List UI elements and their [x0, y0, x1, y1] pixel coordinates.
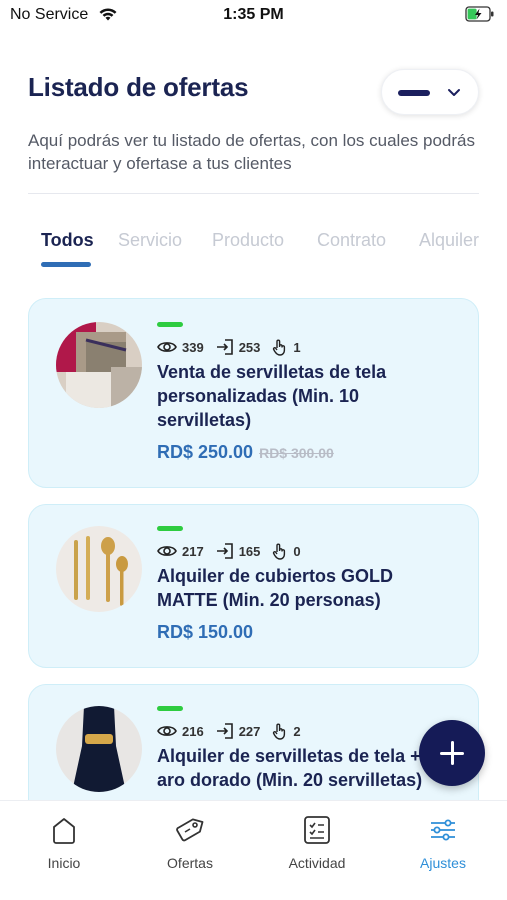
status-bar: No Service 1:35 PM: [0, 0, 507, 32]
offer-old-price: RD$ 300.00: [259, 445, 334, 461]
nav-item-ofertas[interactable]: Ofertas: [135, 815, 245, 871]
tag-icon: [176, 818, 204, 842]
tab-contrato[interactable]: Contrato: [317, 230, 386, 251]
offer-price: RD$ 150.00: [157, 622, 254, 642]
offer-stats: 339 253 1: [157, 337, 313, 357]
options-dropdown-button[interactable]: [381, 69, 479, 115]
nav-label: Ajustes: [420, 855, 466, 871]
category-tabs: Todos Servicio Producto Contrato Alquile…: [0, 228, 480, 272]
nav-label: Inicio: [47, 855, 81, 871]
bottom-navigation: Inicio Ofertas Actividad Ajustes: [0, 800, 507, 900]
nav-label: Actividad: [288, 855, 346, 871]
offer-title: Alquiler de cubiertos GOLD MATTE (Min. 2…: [157, 566, 394, 610]
tab-producto[interactable]: Producto: [212, 230, 284, 251]
hand-tap-icon: [273, 723, 286, 740]
price-row: RD$ 150.00: [157, 622, 253, 643]
battery-charging-icon: [465, 5, 495, 28]
clock: 1:35 PM: [223, 6, 284, 23]
entries-count: 227: [238, 723, 261, 739]
offer-stats: 217 165 0: [157, 541, 313, 561]
page-title: Listado de ofertas: [28, 72, 249, 102]
tab-servicio[interactable]: Servicio: [118, 230, 182, 251]
tab-todos[interactable]: Todos: [41, 230, 94, 251]
views-count: 216: [182, 723, 204, 739]
hand-tap-icon: [273, 339, 286, 356]
hand-tap-icon: [273, 543, 286, 560]
taps-stat: 0: [272, 543, 301, 560]
price-row: RD$ 250.00 RD$ 300.00: [157, 442, 334, 463]
offer-card[interactable]: 339 253 1 Venta de servilletas de tela p…: [28, 298, 479, 488]
menu-bar-icon: [398, 90, 430, 96]
views-count: 217: [182, 543, 204, 559]
eye-icon: [157, 546, 177, 556]
active-status-indicator: [157, 706, 183, 711]
offer-card[interactable]: 216 227 2 Alquiler de servilletas de tel…: [28, 684, 479, 800]
taps-count: 2: [293, 723, 301, 739]
taps-stat: 1: [272, 339, 301, 356]
add-offer-button[interactable]: [419, 720, 485, 786]
nav-item-inicio[interactable]: Inicio: [9, 815, 119, 871]
eye-icon: [157, 342, 177, 352]
divider: [28, 193, 479, 194]
taps-count: 0: [293, 543, 301, 559]
offers-list[interactable]: 339 253 1 Venta de servilletas de tela p…: [0, 298, 507, 800]
entries-count: 165: [238, 543, 261, 559]
entries-count: 253: [238, 339, 261, 355]
offer-image-napkins: [56, 322, 142, 408]
nav-label: Ofertas: [167, 855, 213, 871]
views-count: 339: [182, 339, 204, 355]
login-arrow-icon: [216, 543, 233, 559]
views-stat: 339: [157, 340, 204, 355]
home-icon: [53, 818, 75, 844]
offer-title: Venta de servilletas de tela personaliza…: [157, 362, 387, 430]
entries-stat: 165: [216, 543, 261, 559]
login-arrow-icon: [216, 339, 233, 355]
views-stat: 216: [157, 724, 204, 739]
offer-image-cutlery: [56, 526, 142, 612]
page-subtitle: Aquí podrás ver tu listado de ofertas, c…: [28, 131, 475, 173]
offer-image-napkin-ring: [56, 706, 142, 792]
views-stat: 217: [157, 544, 204, 559]
taps-stat: 2: [272, 723, 301, 740]
checklist-icon: [304, 816, 330, 844]
login-arrow-icon: [216, 723, 233, 739]
nav-item-actividad[interactable]: Actividad: [262, 815, 372, 871]
chevron-down-icon: [446, 84, 462, 105]
active-status-indicator: [157, 526, 183, 531]
entries-stat: 253: [216, 339, 261, 355]
active-tab-indicator: [41, 262, 91, 267]
eye-icon: [157, 726, 177, 736]
offer-title: Alquiler de servilletas de tela + aro do…: [157, 746, 423, 790]
sliders-icon: [431, 819, 455, 841]
offer-price: RD$ 250.00: [157, 442, 254, 462]
tab-alquiler[interactable]: Alquiler: [419, 230, 479, 251]
taps-count: 1: [293, 339, 301, 355]
nav-item-ajustes[interactable]: Ajustes: [388, 815, 498, 871]
entries-stat: 227: [216, 723, 261, 739]
offer-stats: 216 227 2: [157, 721, 313, 741]
active-status-indicator: [157, 322, 183, 327]
offer-card[interactable]: 217 165 0 Alquiler de cubiertos GOLD MAT…: [28, 504, 479, 668]
